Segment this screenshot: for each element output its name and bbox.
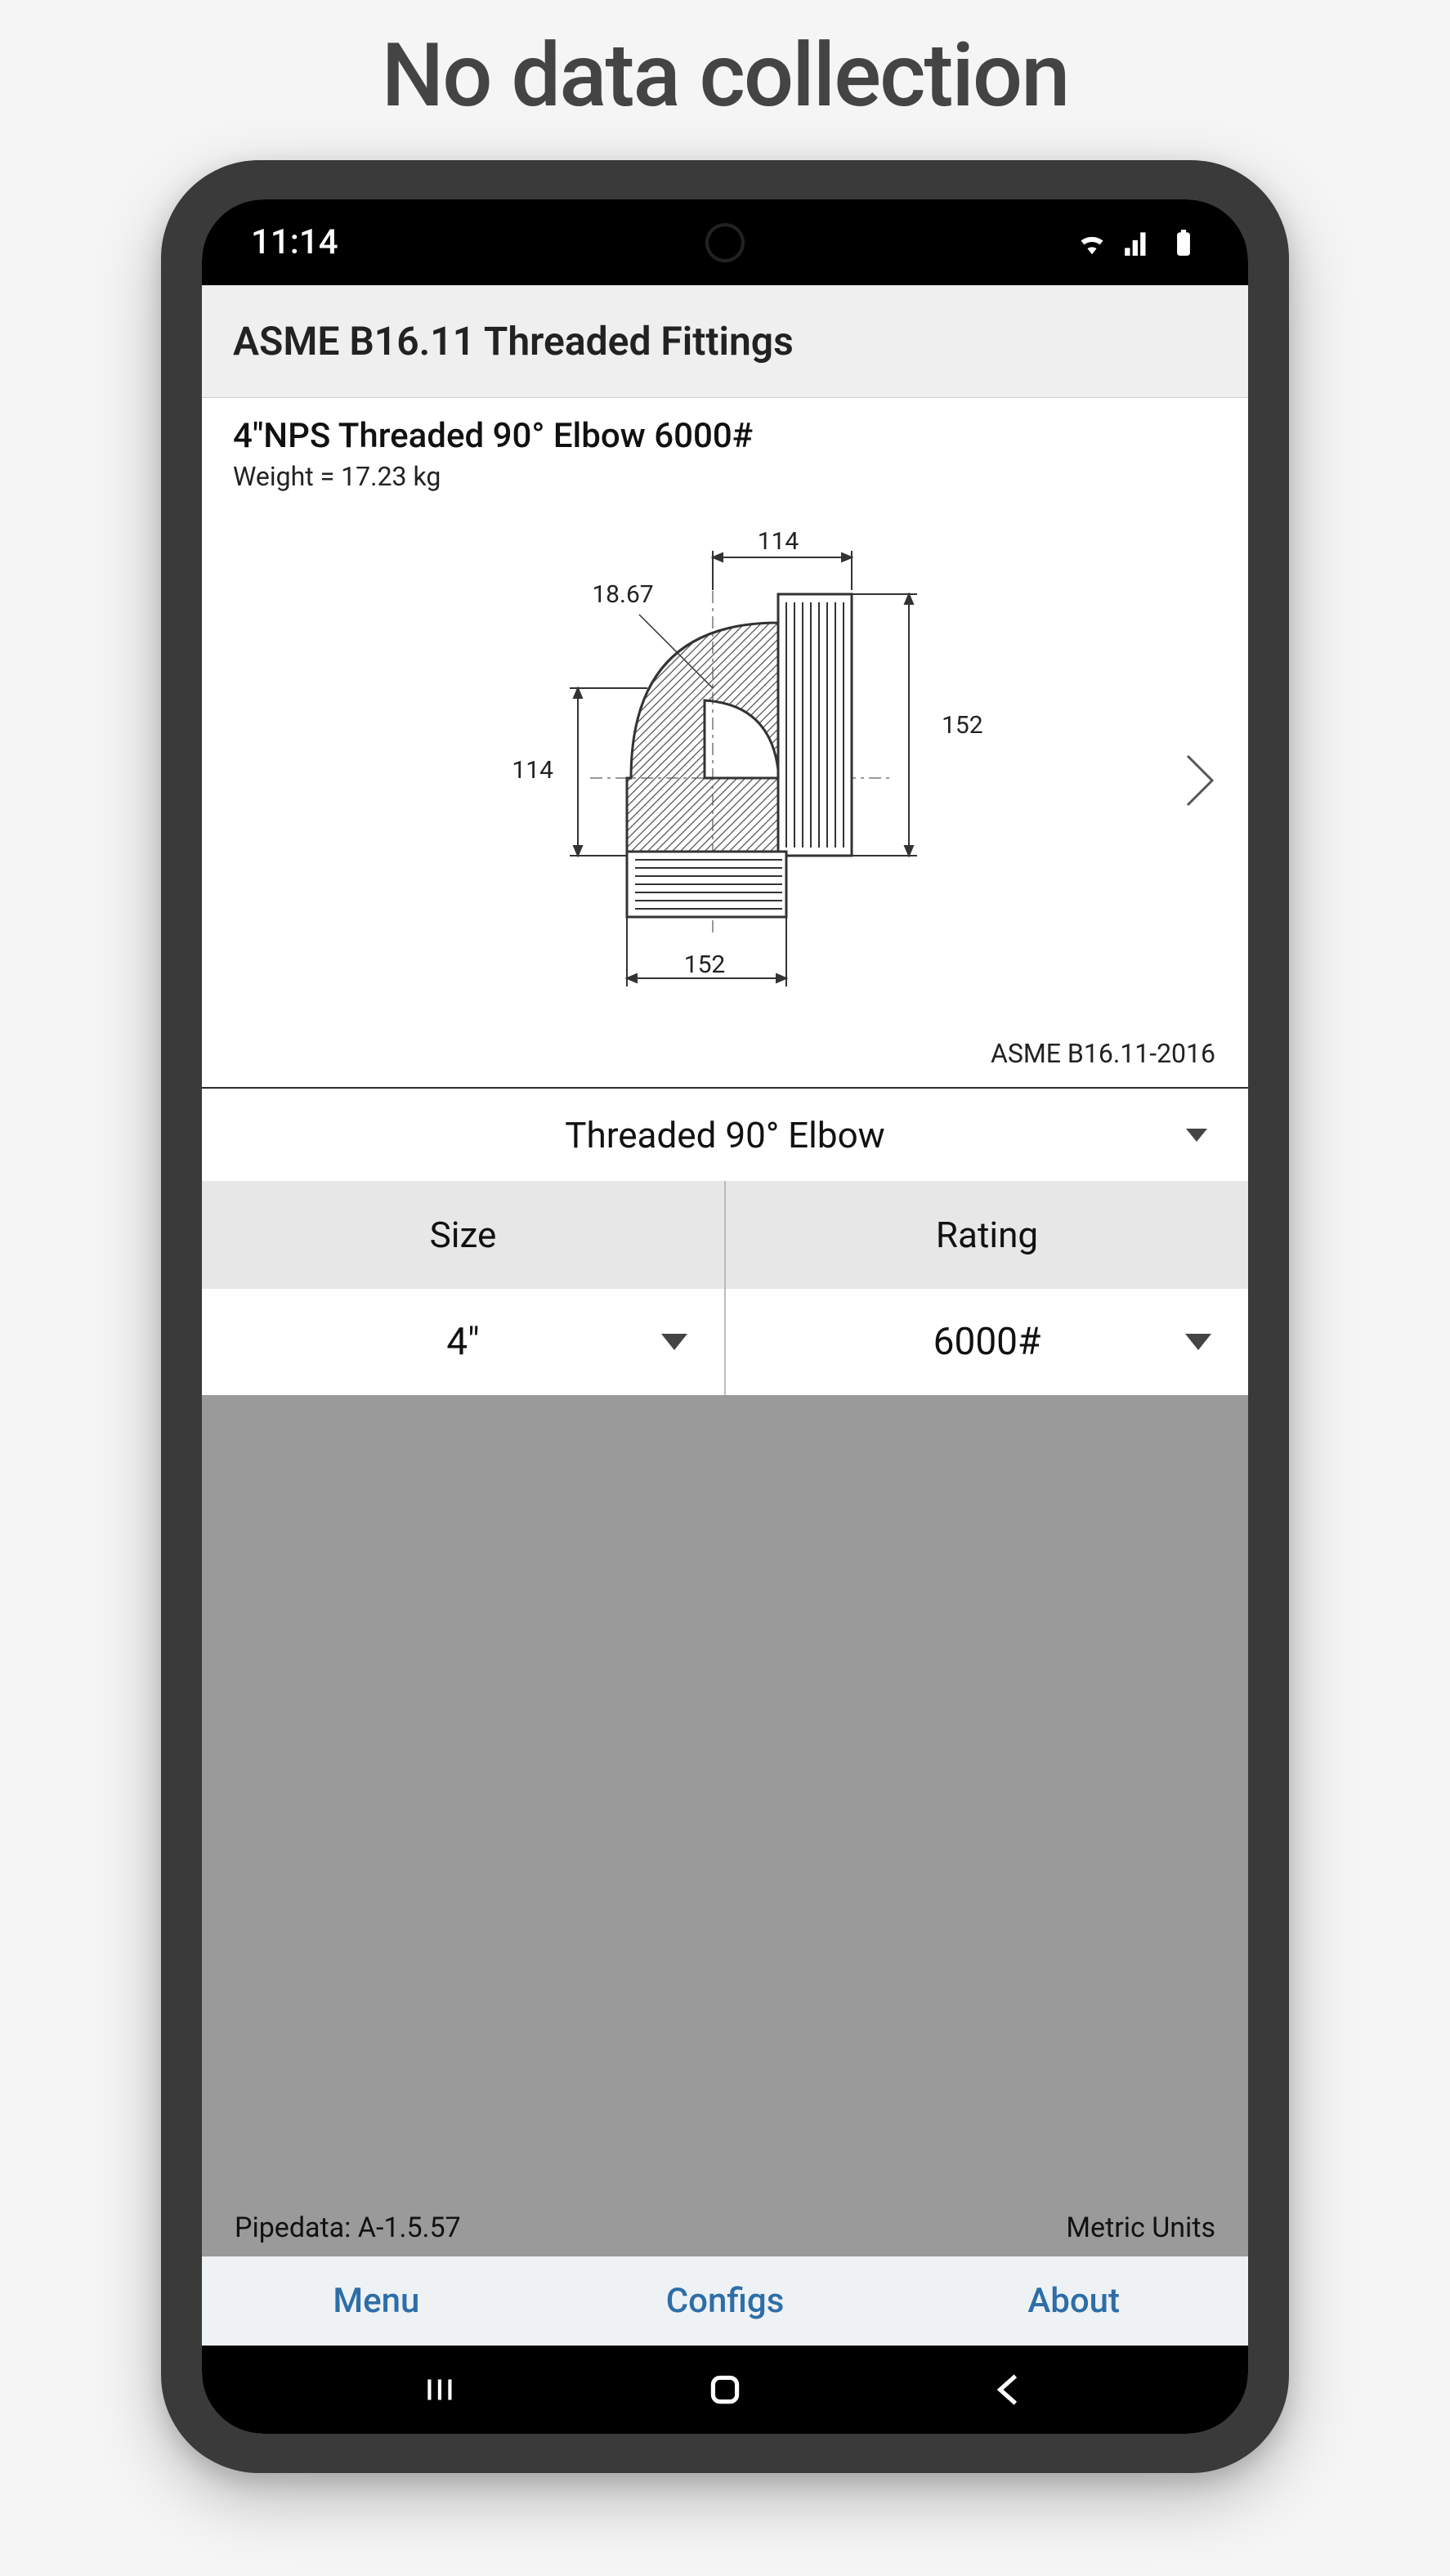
tab-about[interactable]: About [899,2281,1248,2321]
android-nav-bar [202,2346,1248,2434]
footer-info: Pipedata: A-1.5.57 Metric Units [202,2199,1248,2256]
picker-grid: Size 4" Rating 6000# [202,1181,1248,1395]
signal-icon [1122,227,1153,258]
dim-bottom: 152 [684,950,726,979]
status-icons [1076,227,1199,258]
tab-bar: Menu Configs About [202,2256,1248,2346]
units-label: Metric Units [1066,2212,1215,2244]
item-title: 4"NPS Threaded 90° Elbow 6000# [233,416,1217,456]
empty-space [202,1395,1248,2199]
status-time: 11:14 [251,222,338,262]
type-selector[interactable]: Threaded 90° Elbow [202,1089,1248,1181]
rating-column: Rating 6000# [726,1181,1248,1395]
phone-frame: 11:14 ASME B16.11 Threaded Fittings 4"NP… [161,160,1289,2473]
rating-value: 6000# [933,1320,1041,1364]
status-bar: 11:14 [202,199,1248,285]
spec-reference: ASME B16.11-2016 [202,1031,1248,1079]
elbow-diagram: 114 18.67 152 [378,525,1072,1031]
size-picker[interactable]: 4" [202,1289,724,1395]
wifi-icon [1076,227,1108,258]
dim-angle: 18.67 [592,580,653,609]
version-label: Pipedata: A-1.5.57 [235,2212,461,2244]
dim-left: 114 [512,756,553,785]
back-icon[interactable] [988,2369,1029,2410]
size-header: Size [202,1181,724,1289]
chevron-down-icon [1186,1129,1207,1142]
chevron-down-icon [1185,1334,1211,1350]
diagram-zone: 114 18.67 152 [202,500,1248,1089]
size-column: Size 4" [202,1181,726,1395]
camera-notch [705,223,745,262]
battery-icon [1168,227,1199,258]
tab-configs[interactable]: Configs [551,2281,900,2321]
item-info: 4"NPS Threaded 90° Elbow 6000# Weight = … [202,398,1248,500]
rating-picker[interactable]: 6000# [726,1289,1248,1395]
phone-screen: 11:14 ASME B16.11 Threaded Fittings 4"NP… [202,199,1248,2434]
rating-header: Rating [726,1181,1248,1289]
chevron-right-icon [1184,752,1220,809]
item-weight: Weight = 17.23 kg [233,461,1217,492]
size-value: 4" [446,1320,480,1364]
recents-icon[interactable] [421,2369,462,2410]
promo-headline: No data collection [382,25,1069,127]
page-title: ASME B16.11 Threaded Fittings [233,318,1217,364]
home-icon[interactable] [705,2369,745,2410]
app-header: ASME B16.11 Threaded Fittings [202,285,1248,398]
type-selector-label: Threaded 90° Elbow [565,1114,885,1156]
chevron-down-icon [661,1334,687,1350]
dim-top: 114 [758,527,799,556]
next-arrow[interactable] [1184,752,1220,812]
dim-right: 152 [942,711,983,740]
content-area: 4"NPS Threaded 90° Elbow 6000# Weight = … [202,398,1248,2346]
tab-menu[interactable]: Menu [202,2281,551,2321]
